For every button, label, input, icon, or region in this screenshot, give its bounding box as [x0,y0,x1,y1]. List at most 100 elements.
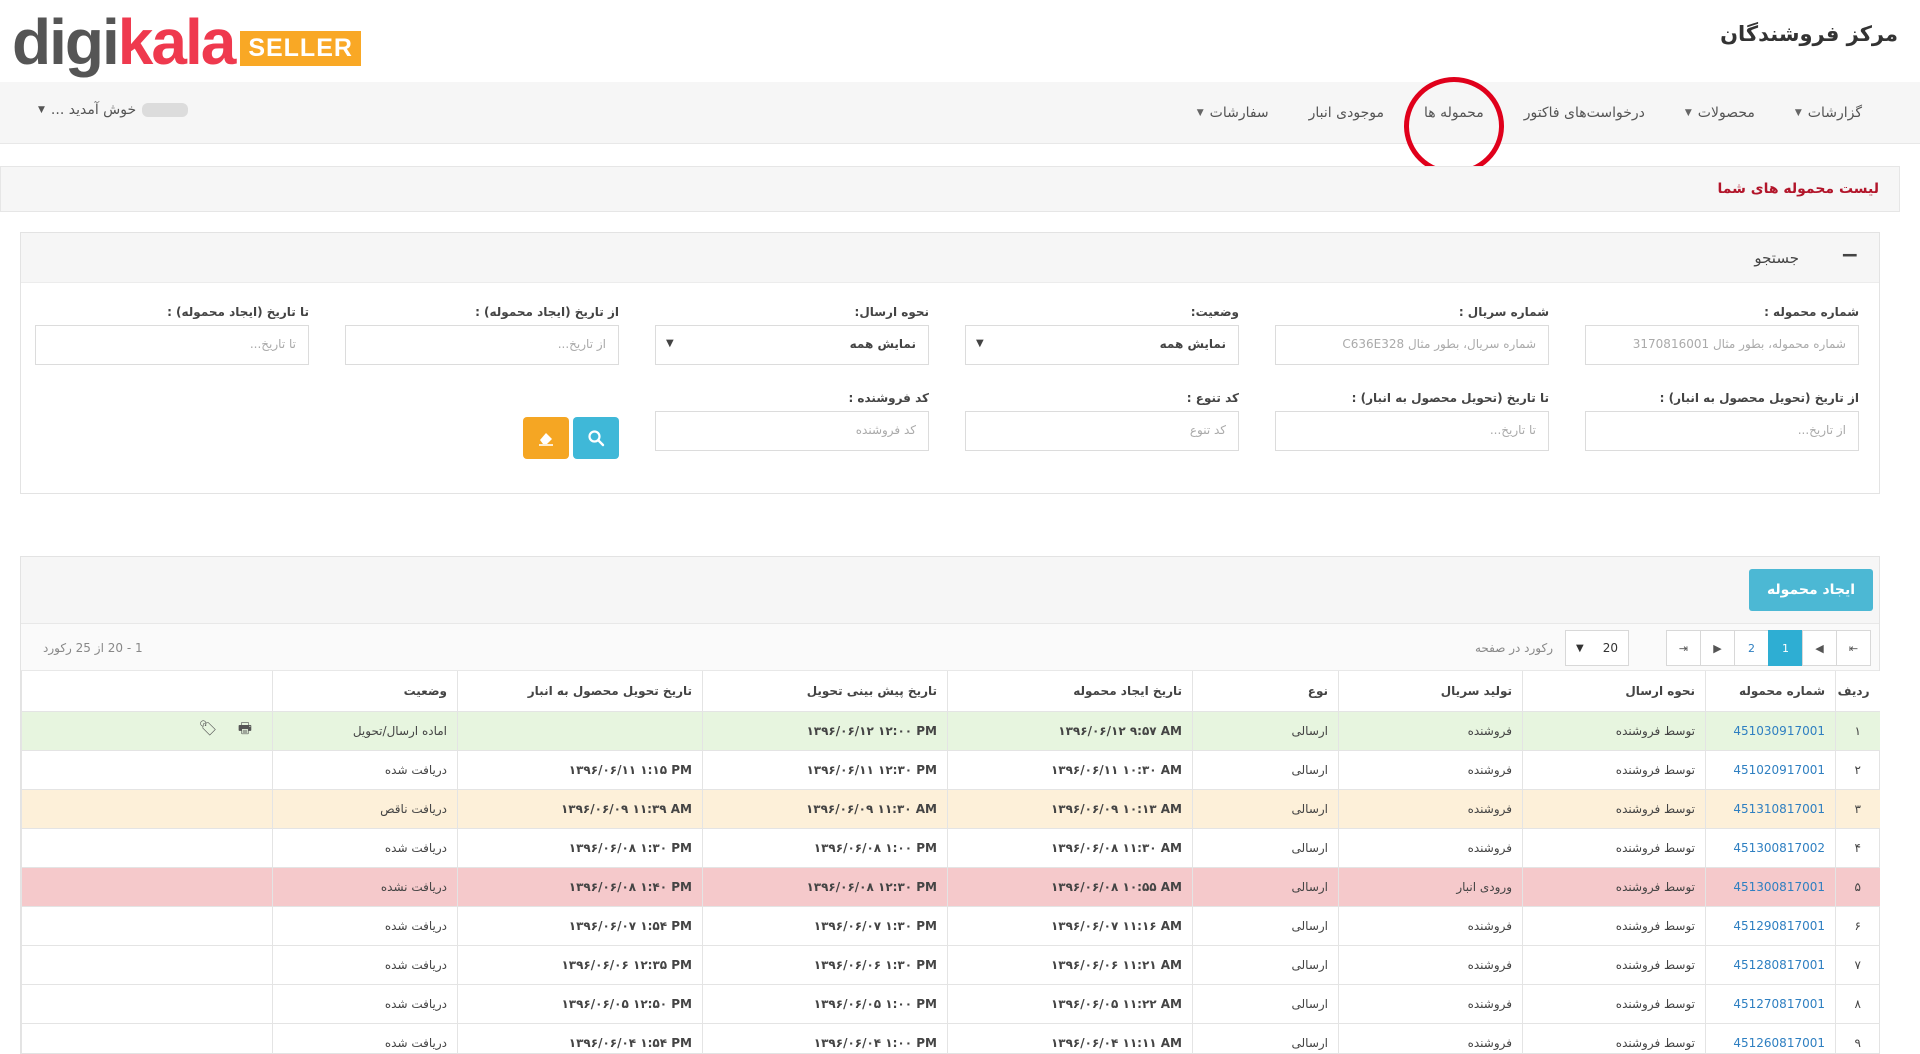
send-method-cell: توسط فروشنده [1522,750,1706,790]
table-row[interactable]: ۸ 451270817001 توسط فروشنده فروشنده ارسالی ۱۳… [21,984,1880,1024]
print-icon[interactable]: 🖶 [238,718,252,743]
col-index[interactable]: ردیف [1835,671,1880,712]
table-row[interactable]: ۱ 451030917001 توسط فروشنده فروشنده ارسالی ۱۳… [21,711,1880,751]
search-panel-title: جستجو [1754,249,1799,267]
expected-date-cell: ۱۳۹۶/۰۶/۰۴ ۱:۰۰ PM [702,1023,948,1054]
send-method-cell: توسط فروشنده [1522,828,1706,868]
shipment-number-link[interactable]: 451300817001 [1705,867,1836,907]
col-created-date[interactable]: تاریخ ایجاد محموله [947,671,1193,712]
shipment-number-link[interactable]: 451310817001 [1705,789,1836,829]
user-menu[interactable]: خوش آمدید ... ▼ [38,102,189,118]
col-delivered-date[interactable]: تاریخ تحویل محصول به انبار [457,671,703,712]
table-body: ۱ 451030917001 توسط فروشنده فروشنده ارسالی ۱۳… [21,711,1880,1054]
first-page-icon[interactable]: ⇤ [1836,630,1871,666]
shipments-grid-panel: ایجاد محموله ⇤ ◀ 1 2 ▶ ⇥ ▼ 20 رکورد در ص… [20,556,1880,1054]
seller-code-label: کد فروشنده : [848,391,929,405]
expected-date-cell: ۱۳۹۶/۰۶/۰۷ ۱:۳۰ PM [702,906,948,946]
table-row[interactable]: ۶ 451290817001 توسط فروشنده فروشنده ارسالی ۱۳… [21,906,1880,946]
main-navbar: سفارشات ▼ موجودی انبار محموله ها درخواست… [0,77,1920,175]
create-shipment-button[interactable]: ایجاد محموله [1749,569,1873,611]
created-to-input[interactable]: تا تاریخ... [35,325,309,365]
col-actions [21,671,273,712]
col-type[interactable]: نوع [1192,671,1339,712]
delivered-to-field: تا تاریخ (تحویل محصول به انبار) : تا تار… [1275,391,1549,451]
send-method-select-value: نمایش همه [849,337,916,351]
created-from-input[interactable]: از تاریخ... [345,325,619,365]
row-index: ۴ [1835,828,1880,868]
status-select[interactable]: نمایش همه ▼ [965,325,1239,365]
created-to-label: تا تاریخ (ایجاد محموله) : [167,305,309,319]
page-2-button[interactable]: 2 [1734,630,1769,666]
nav-reports[interactable]: گزارشات ▼ [1775,105,1882,121]
actions-cell: 🖶🏷 [21,711,273,751]
delivered-from-input[interactable]: از تاریخ... [1585,411,1859,451]
serial-cell: فروشنده [1338,789,1523,829]
search-icon [588,430,605,447]
status-cell: دریافت شده [272,828,458,868]
clear-filters-button[interactable] [523,417,569,459]
shipment-number-link[interactable]: 451260817001 [1705,1023,1836,1054]
send-method-select[interactable]: نمایش همه ▼ [655,325,929,365]
shipment-number-link[interactable]: 451020917001 [1705,750,1836,790]
nav-shipments-label: محموله ها [1423,105,1484,121]
col-expected-date[interactable]: تاریخ پیش بینی تحویل [702,671,948,712]
shipment-number-link[interactable]: 451280817001 [1705,945,1836,985]
nav-products[interactable]: محصولات ▼ [1665,105,1775,121]
shipment-number-link[interactable]: 451030917001 [1705,711,1836,751]
serial-number-input[interactable]: شماره سریال، بطور مثال C636E328 [1275,325,1549,365]
created-date-cell: ۱۳۹۶/۰۶/۰۵ ۱۱:۲۲ AM [947,984,1193,1024]
expected-date-cell: ۱۳۹۶/۰۶/۰۸ ۱۲:۳۰ PM [702,867,948,907]
shipments-table: ردیف شماره محموله نحوه ارسال تولید سریال… [21,671,1880,1054]
send-method-field: نحوه ارسال: نمایش همه ▼ [655,305,929,365]
type-cell: ارسالی [1192,828,1339,868]
shipment-number-link[interactable]: 451290817001 [1705,906,1836,946]
actions-cell [21,828,273,868]
search-panel-header[interactable]: − جستجو [21,233,1879,283]
seller-code-input[interactable]: کد فروشنده [655,411,929,451]
nav-orders[interactable]: سفارشات ▼ [1177,105,1289,121]
per-page-select[interactable]: ▼ 20 [1565,630,1629,666]
delivered-to-input[interactable]: تا تاریخ... [1275,411,1549,451]
last-page-icon[interactable]: ⇥ [1666,630,1701,666]
shipment-number-link[interactable]: 451300817002 [1705,828,1836,868]
status-label: وضعیت: [1190,305,1239,319]
col-serial-production[interactable]: تولید سریال [1338,671,1523,712]
tag-icon[interactable]: 🏷 [199,719,218,737]
dropdown-arrow-icon: ▼ [666,338,674,349]
page-1-button[interactable]: 1 [1768,630,1803,666]
digikala-seller-logo[interactable]: digi kala SELLER [12,6,361,78]
status-cell: اماده ارسال/تحویل [272,711,458,751]
table-row[interactable]: ۳ 451310817001 توسط فروشنده فروشنده ارسالی ۱۳… [21,789,1880,829]
delivered-to-label: تا تاریخ (تحویل محصول به انبار) : [1351,391,1549,405]
row-index: ۷ [1835,945,1880,985]
type-cell: ارسالی [1192,711,1339,751]
delivered-from-field: از تاریخ (تحویل محصول به انبار) : از تار… [1585,391,1859,451]
variant-code-input[interactable]: کد تنوع [965,411,1239,451]
collapse-icon[interactable]: − [1841,243,1859,268]
serial-cell: فروشنده [1338,1023,1523,1054]
expected-date-cell: ۱۳۹۶/۰۶/۰۵ ۱:۰۰ PM [702,984,948,1024]
table-row[interactable]: ۲ 451020917001 توسط فروشنده فروشنده ارسالی ۱۳… [21,750,1880,790]
col-shipment-number[interactable]: شماره محموله [1705,671,1836,712]
logo-kala-text: kala [117,6,237,78]
nav-invoice-requests[interactable]: درخواست‌های فاکتور [1504,105,1665,121]
nav-menu: سفارشات ▼ موجودی انبار محموله ها درخواست… [1177,77,1882,175]
shipment-number-input[interactable]: شماره محموله، بطور مثال 3170816001 [1585,325,1859,365]
table-row[interactable]: ۵ 451300817001 توسط فروشنده ورودی انبار ارسا… [21,867,1880,907]
status-cell: دریافت شده [272,945,458,985]
col-status[interactable]: وضعیت [272,671,458,712]
nav-inventory[interactable]: موجودی انبار [1289,105,1404,121]
table-row[interactable]: ۹ 451260817001 توسط فروشنده فروشنده ارسالی ۱۳… [21,1023,1880,1054]
col-send-method[interactable]: نحوه ارسال [1522,671,1706,712]
serial-cell: فروشنده [1338,711,1523,751]
page-heading-bar: لیست محموله های شما [0,166,1900,212]
table-row[interactable]: ۴ 451300817002 توسط فروشنده فروشنده ارسالی ۱۳… [21,828,1880,868]
search-button[interactable] [573,417,619,459]
nav-shipments[interactable]: محموله ها [1403,77,1504,175]
table-row[interactable]: ۷ 451280817001 توسط فروشنده فروشنده ارسالی ۱۳… [21,945,1880,985]
next-page-icon[interactable]: ▶ [1700,630,1735,666]
logo-digi-text: digi [12,6,120,78]
prev-page-icon[interactable]: ◀ [1802,630,1837,666]
shipment-number-link[interactable]: 451270817001 [1705,984,1836,1024]
send-method-cell: توسط فروشنده [1522,1023,1706,1054]
